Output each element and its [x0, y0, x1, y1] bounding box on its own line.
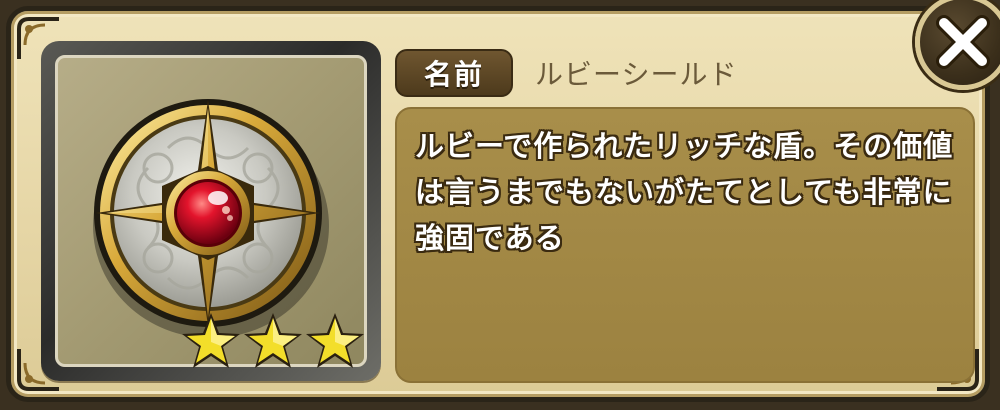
item-detail-dialog: 名前 ルビーシールド ルビーで作られたリッチな盾。その価値は言うまでもないがたて…: [6, 6, 990, 402]
star-icon: [182, 313, 240, 368]
item-description: ルビーで作られたリッチな盾。その価値は言うまでもないがたてとしても非常に強固であ…: [415, 129, 954, 255]
close-button[interactable]: [915, 0, 1000, 90]
name-label: 名前: [395, 49, 513, 97]
close-icon: [936, 15, 990, 69]
rarity-stars: [182, 313, 364, 368]
star-icon: [244, 313, 302, 368]
description-box: ルビーで作られたリッチな盾。その価値は言うまでもないがたてとしても非常に強固であ…: [395, 107, 975, 383]
star-icon: [306, 313, 364, 368]
item-name: ルビーシールド: [535, 58, 738, 91]
